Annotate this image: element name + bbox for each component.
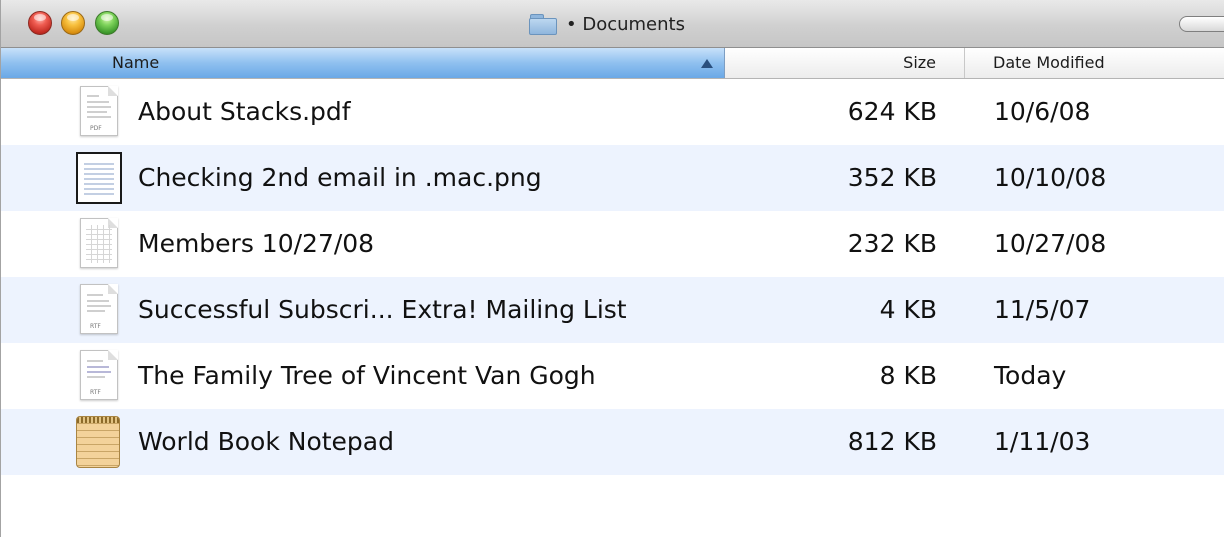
file-date-modified: 11/5/07 (994, 295, 1091, 324)
file-row[interactable]: Members 10/27/08 232 KB 10/27/08 (1, 211, 1224, 277)
file-date-modified: 10/10/08 (994, 163, 1107, 192)
toolbar-toggle-button[interactable] (1179, 16, 1224, 32)
sort-ascending-icon (701, 59, 713, 68)
file-name: About Stacks.pdf (138, 97, 351, 126)
file-date-modified: 10/6/08 (994, 97, 1091, 126)
minimize-button[interactable] (61, 11, 85, 35)
rtf-document-icon: RTF (76, 284, 124, 336)
file-name: Successful Subscri... Extra! Mailing Lis… (138, 295, 627, 324)
file-date-modified: 1/11/03 (994, 427, 1091, 456)
file-size: 4 KB (879, 295, 937, 324)
file-name: The Family Tree of Vincent Van Gogh (138, 361, 596, 390)
file-size: 8 KB (879, 361, 937, 390)
close-button[interactable] (28, 11, 52, 35)
finder-window: • Documents Name Size Date Modified PDF (0, 0, 1224, 537)
file-row[interactable]: Checking 2nd email in .mac.png 352 KB 10… (1, 145, 1224, 211)
file-size: 812 KB (847, 427, 937, 456)
file-size: 624 KB (847, 97, 937, 126)
rtf-file-tag: RTF (90, 389, 101, 396)
file-date-modified: Today (994, 361, 1067, 390)
file-row[interactable]: RTF The Family Tree of Vincent Van Gogh … (1, 343, 1224, 409)
title-bar[interactable]: • Documents (1, 0, 1224, 48)
column-header-name[interactable]: Name (1, 48, 725, 78)
png-image-icon (76, 152, 124, 204)
zoom-button[interactable] (95, 11, 119, 35)
window-title-group: • Documents (529, 10, 685, 38)
file-row[interactable]: World Book Notepad 812 KB 1/11/03 (1, 409, 1224, 475)
file-name: World Book Notepad (138, 427, 394, 456)
file-row[interactable]: RTF Successful Subscri... Extra! Mailing… (1, 277, 1224, 343)
file-row[interactable]: PDF About Stacks.pdf 624 KB 10/6/08 (1, 79, 1224, 145)
file-date-modified: 10/27/08 (994, 229, 1107, 258)
column-header-name-label: Name (112, 53, 160, 72)
notepad-icon (76, 416, 124, 468)
spreadsheet-document-icon (76, 218, 124, 270)
file-size: 232 KB (847, 229, 937, 258)
column-header-date-modified[interactable]: Date Modified (965, 48, 1224, 78)
window-title: • Documents (566, 13, 685, 35)
column-header: Name Size Date Modified (1, 48, 1224, 79)
file-size: 352 KB (847, 163, 937, 192)
folder-icon[interactable] (529, 13, 558, 35)
rtf-file-tag: RTF (90, 323, 101, 330)
pdf-file-tag: PDF (90, 125, 102, 132)
pdf-document-icon: PDF (76, 86, 124, 138)
file-list: PDF About Stacks.pdf 624 KB 10/6/08 Chec… (1, 79, 1224, 475)
file-name: Members 10/27/08 (138, 229, 375, 258)
column-header-size[interactable]: Size (725, 48, 965, 78)
file-name: Checking 2nd email in .mac.png (138, 163, 542, 192)
rtf-document-icon: RTF (76, 350, 124, 402)
